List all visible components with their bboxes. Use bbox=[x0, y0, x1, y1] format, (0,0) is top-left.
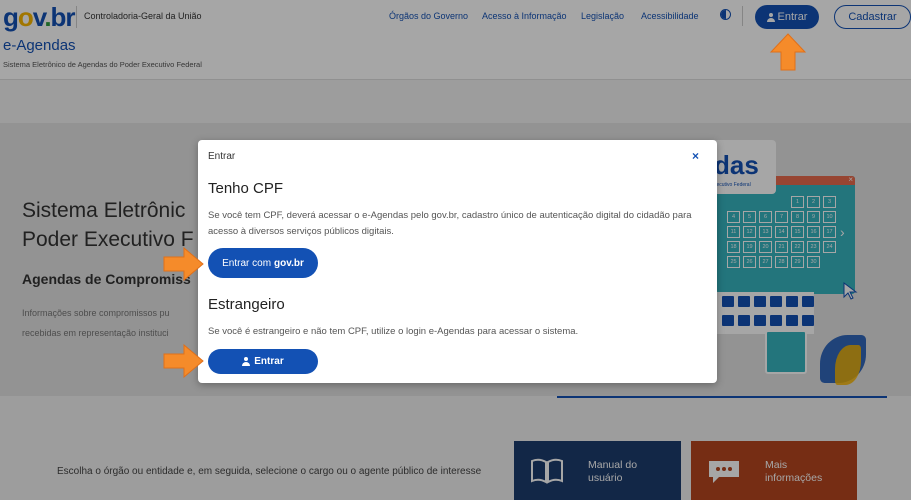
entrar-com-govbr-button[interactable]: Entrar com gov.br bbox=[208, 248, 318, 278]
section-tenho-cpf-text: Se você tem CPF, deverá acessar o e-Agen… bbox=[208, 210, 692, 237]
close-icon[interactable]: × bbox=[692, 149, 699, 163]
section-estrangeiro-title: Estrangeiro bbox=[208, 296, 285, 313]
user-icon bbox=[242, 357, 251, 366]
entrar-estrangeiro-button[interactable]: Entrar bbox=[208, 349, 318, 374]
govbr-button-brand: gov.br bbox=[274, 257, 304, 269]
govbr-button-prefix: Entrar com bbox=[222, 257, 272, 269]
arrow-up-annotation-icon bbox=[769, 33, 807, 71]
modal-title: Entrar bbox=[208, 151, 236, 162]
section-tenho-cpf-title: Tenho CPF bbox=[208, 180, 284, 197]
entrar-estrangeiro-label: Entrar bbox=[254, 356, 284, 367]
section-estrangeiro-text: Se você é estrangeiro e não tem CPF, uti… bbox=[208, 326, 579, 337]
arrow-right-annotation-icon bbox=[163, 247, 204, 281]
arrow-right-annotation-icon bbox=[163, 344, 204, 378]
login-modal: Entrar × Tenho CPF Se você tem CPF, deve… bbox=[198, 140, 717, 383]
